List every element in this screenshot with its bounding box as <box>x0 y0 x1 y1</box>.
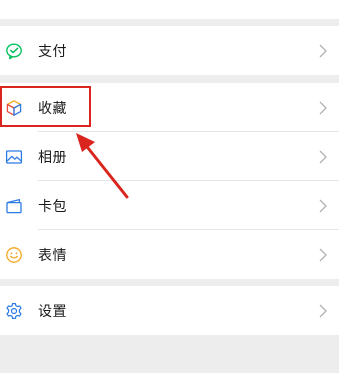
wechat-pay-icon <box>4 41 24 61</box>
menu-item-album[interactable]: 相册 <box>0 132 339 181</box>
main-group: 收藏 相册 卡包 表情 <box>0 83 339 279</box>
album-icon <box>4 147 24 167</box>
menu-item-stickers[interactable]: 表情 <box>0 230 339 279</box>
menu-item-label: 设置 <box>38 303 67 320</box>
menu-item-pay[interactable]: 支付 <box>0 26 339 75</box>
menu-item-label: 相册 <box>38 149 67 166</box>
settings-gear-icon <box>4 301 24 321</box>
menu-item-label: 收藏 <box>38 100 67 117</box>
menu-item-label: 卡包 <box>38 198 67 215</box>
chevron-right-icon <box>319 150 327 164</box>
top-section-card <box>0 0 339 19</box>
sticker-smiley-icon <box>4 245 24 265</box>
chevron-right-icon <box>319 304 327 318</box>
chevron-right-icon <box>319 248 327 262</box>
pay-group: 支付 <box>0 26 339 75</box>
chevron-right-icon <box>319 101 327 115</box>
chevron-right-icon <box>319 44 327 58</box>
chevron-right-icon <box>319 199 327 213</box>
settings-group: 设置 <box>0 286 339 335</box>
menu-item-label: 支付 <box>38 43 67 60</box>
card-wallet-icon <box>4 196 24 216</box>
favorites-cube-icon <box>4 98 24 118</box>
menu-item-card-wallet[interactable]: 卡包 <box>0 181 339 230</box>
menu-item-settings[interactable]: 设置 <box>0 286 339 335</box>
menu-item-favorites[interactable]: 收藏 <box>0 83 339 132</box>
menu-item-label: 表情 <box>38 247 67 264</box>
